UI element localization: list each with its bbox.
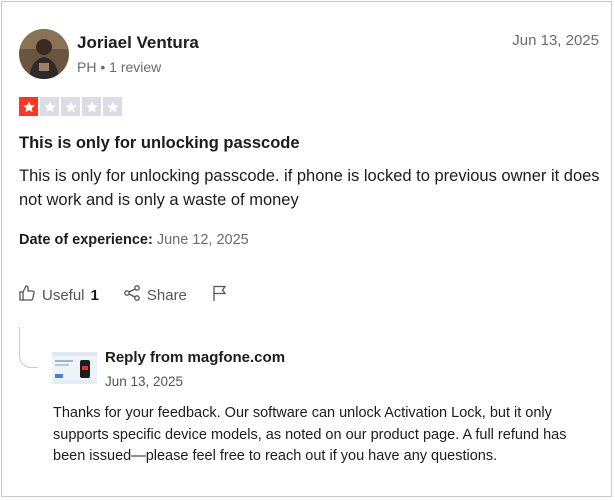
share-icon	[123, 284, 141, 306]
experience-date: June 12, 2025	[156, 232, 249, 248]
star-empty-icon	[103, 97, 122, 116]
review-body: This is only for unlocking passcode. if …	[19, 167, 600, 209]
avatar[interactable]	[19, 29, 69, 79]
star-empty-icon	[40, 97, 59, 116]
reviewer-name[interactable]: Joriael Ventura	[77, 33, 199, 53]
star-filled-icon	[19, 97, 38, 116]
review-title: This is only for unlocking passcode	[19, 134, 300, 152]
review-card: Joriael Ventura PH • 1 review Jun 13, 20…	[1, 1, 612, 497]
date-of-experience: Date of experience: June 12, 2025	[19, 232, 249, 248]
useful-label: Useful	[42, 286, 85, 304]
star-empty-icon	[61, 97, 80, 116]
review-date: Jun 13, 2025	[512, 32, 599, 49]
reply-date: Jun 13, 2025	[105, 374, 184, 389]
experience-label: Date of experience:	[19, 232, 153, 248]
reviewer-country: PH	[77, 59, 97, 75]
thumbs-up-icon	[18, 284, 36, 306]
reviewer-review-count: 1 review	[109, 59, 162, 75]
meta-separator: •	[100, 59, 110, 75]
reply-text: Thanks for your feedback. Our software c…	[53, 405, 567, 464]
star-empty-icon	[82, 97, 101, 116]
company-logo[interactable]	[52, 352, 97, 384]
reply-connector	[19, 327, 38, 368]
share-label: Share	[146, 286, 187, 304]
reply-from: Reply from magfone.com	[105, 349, 286, 366]
star-rating	[19, 97, 122, 116]
useful-count: 1	[90, 286, 99, 304]
flag-icon	[211, 284, 229, 306]
report-button[interactable]	[211, 284, 229, 306]
useful-button[interactable]: Useful 1	[18, 284, 99, 306]
reviewer-meta: PH • 1 review	[77, 59, 161, 75]
share-button[interactable]: Share	[123, 284, 187, 306]
review-actions: Useful 1 Share	[18, 284, 253, 306]
